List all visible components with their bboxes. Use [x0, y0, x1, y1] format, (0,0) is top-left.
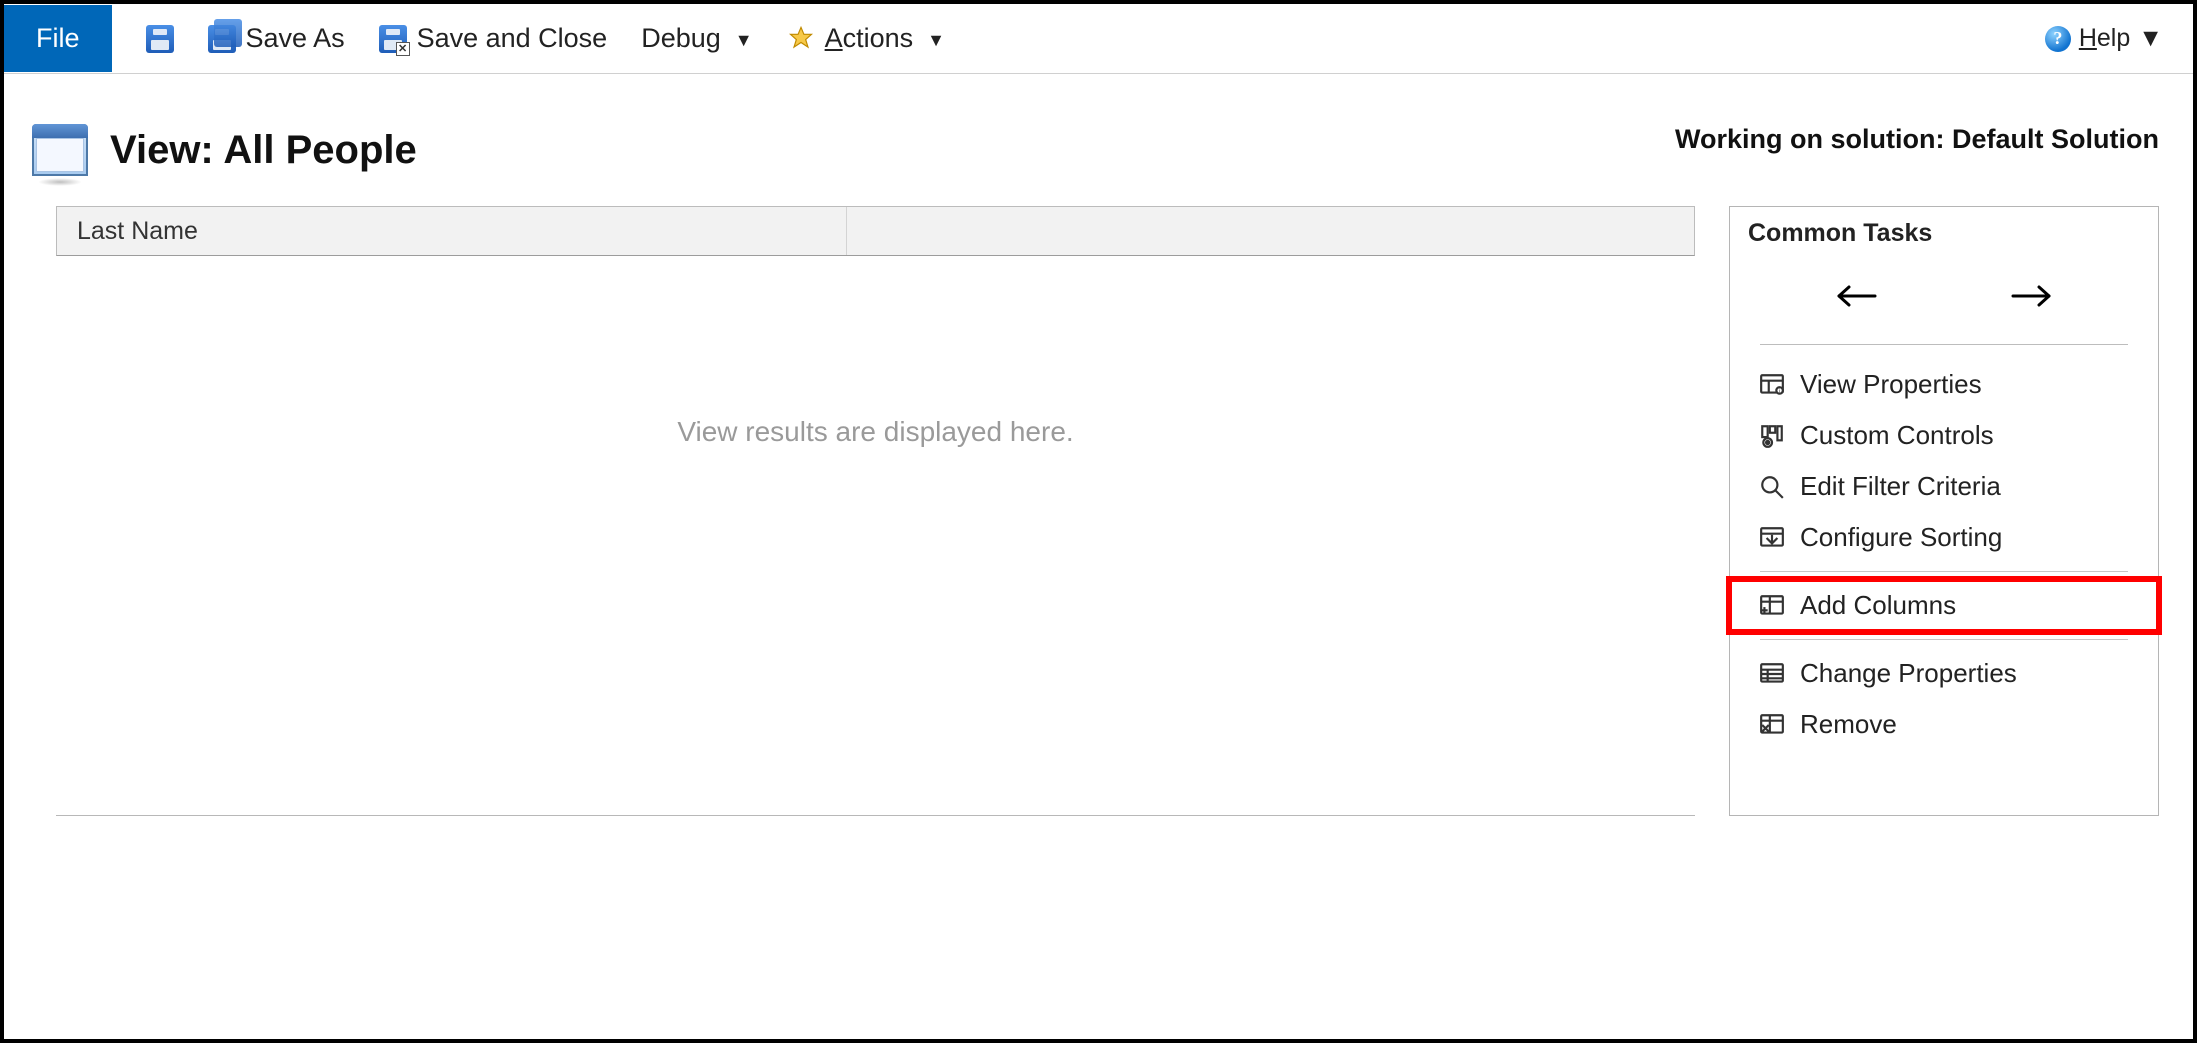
task-remove[interactable]: Remove	[1730, 699, 2158, 750]
solution-indicator: Working on solution: Default Solution	[1675, 124, 2159, 155]
task-edit-filter-criteria[interactable]: Edit Filter Criteria	[1730, 461, 2158, 512]
help-menu[interactable]: ? Help ▼	[2045, 24, 2163, 53]
task-change-properties[interactable]: Change Properties	[1730, 648, 2158, 699]
controls-gear-icon	[1758, 423, 1786, 449]
page-header: View: All People Working on solution: De…	[4, 74, 2193, 206]
grid-header-row: Last Name	[56, 206, 1695, 256]
column-header-label: Last Name	[77, 217, 198, 246]
arrow-left-icon	[1833, 281, 1881, 311]
content-row: Last Name View results are displayed her…	[4, 206, 2193, 816]
properties-list-icon	[1758, 661, 1786, 687]
save-and-close-icon: ✕	[379, 25, 407, 53]
task-label: Change Properties	[1800, 658, 2017, 689]
save-button[interactable]	[146, 25, 174, 53]
task-add-columns[interactable]: Add Columns	[1730, 580, 2158, 631]
toolbar-left: File Save As ✕ Save and Close Debug ▼	[4, 5, 2045, 72]
solution-prefix: Working on solution:	[1675, 124, 1944, 154]
move-left-button[interactable]	[1827, 276, 1887, 316]
page-title-name: All People	[223, 128, 416, 172]
view-entity-icon	[32, 124, 88, 176]
add-column-icon	[1758, 593, 1786, 619]
grid-info-icon: i	[1758, 372, 1786, 398]
arrow-right-icon	[2007, 281, 2055, 311]
column-move-arrows	[1730, 266, 2158, 344]
move-right-button[interactable]	[2001, 276, 2061, 316]
remove-column-icon	[1758, 712, 1786, 738]
task-label: Add Columns	[1800, 590, 1956, 621]
caret-down-icon: ▼	[2138, 24, 2163, 53]
page-header-left: View: All People	[32, 124, 417, 176]
file-tab[interactable]: File	[4, 5, 112, 72]
help-icon: ?	[2045, 26, 2071, 52]
save-as-icon	[208, 25, 236, 53]
task-label: View Properties	[1800, 369, 1982, 400]
save-icon	[146, 25, 174, 53]
toolbar: File Save As ✕ Save and Close Debug ▼	[4, 4, 2193, 74]
common-tasks-title: Common Tasks	[1730, 207, 2158, 266]
task-label: Custom Controls	[1800, 420, 1994, 451]
grid-body: View results are displayed here.	[56, 256, 1695, 816]
save-and-close-button[interactable]: ✕ Save and Close	[379, 23, 608, 54]
actions-label: Actions	[825, 23, 914, 54]
view-grid: Last Name View results are displayed her…	[56, 206, 1695, 816]
save-as-button[interactable]: Save As	[208, 23, 345, 54]
page-title-prefix: View:	[110, 128, 214, 172]
task-label: Configure Sorting	[1800, 522, 2002, 553]
grid-placeholder: View results are displayed here.	[677, 416, 1073, 448]
common-tasks-panel: Common Tasks i View Properties Cust	[1729, 206, 2159, 816]
task-label: Remove	[1800, 709, 1897, 740]
caret-down-icon: ▼	[927, 30, 945, 51]
task-custom-controls[interactable]: Custom Controls	[1730, 410, 2158, 461]
star-hand-icon	[787, 25, 815, 53]
caret-down-icon: ▼	[735, 30, 753, 51]
column-header-last-name[interactable]: Last Name	[57, 207, 847, 255]
svg-text:i: i	[1779, 388, 1780, 394]
task-label: Edit Filter Criteria	[1800, 471, 2001, 502]
magnifier-icon	[1758, 474, 1786, 500]
divider	[1760, 639, 2128, 640]
task-view-properties[interactable]: i View Properties	[1730, 359, 2158, 410]
debug-menu[interactable]: Debug ▼	[641, 23, 752, 54]
file-tab-label: File	[36, 23, 80, 54]
task-list: i View Properties Custom Controls Edit F…	[1730, 345, 2158, 764]
page-title: View: All People	[110, 128, 417, 173]
divider	[1760, 571, 2128, 572]
sort-icon	[1758, 525, 1786, 551]
task-configure-sorting[interactable]: Configure Sorting	[1730, 512, 2158, 563]
debug-label: Debug	[641, 23, 721, 54]
save-as-label: Save As	[246, 23, 345, 54]
help-label: Help	[2079, 24, 2130, 53]
actions-menu[interactable]: Actions ▼	[787, 23, 945, 54]
save-and-close-label: Save and Close	[417, 23, 608, 54]
solution-name: Default Solution	[1952, 124, 2159, 154]
